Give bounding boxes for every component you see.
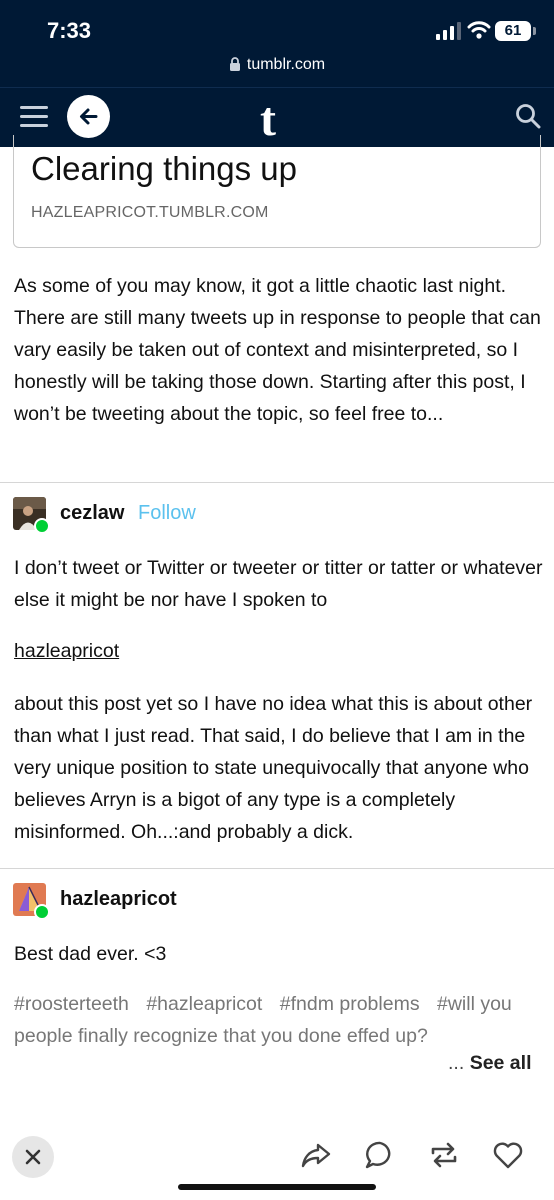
- link-card-domain: HAZLEAPRICOT.TUMBLR.COM: [31, 204, 269, 221]
- reblog-text: about this post yet so I have no idea wh…: [14, 693, 533, 843]
- link-card-title[interactable]: Clearing things up: [31, 150, 297, 188]
- tag[interactable]: #hazleapricot: [146, 993, 262, 1015]
- battery-nub: [533, 27, 536, 35]
- lock-icon: [229, 57, 240, 71]
- tags-list: #roosterteeth #hazleapricot #fndm proble…: [14, 988, 544, 1052]
- reblog-text: I don’t tweet or Twitter or tweeter or t…: [14, 557, 543, 611]
- reblog-badge-icon: [34, 904, 50, 920]
- url-text: tumblr.com: [246, 56, 326, 73]
- signal-icon: [436, 22, 461, 40]
- tag[interactable]: #roosterteeth: [14, 993, 129, 1015]
- reblog-header-hazleapricot: hazleapricot: [13, 883, 543, 920]
- status-time: 7:33: [47, 18, 92, 43]
- username[interactable]: hazleapricot: [60, 888, 177, 911]
- post-body-text: As some of you may know, it got a little…: [14, 275, 541, 425]
- see-all-tags[interactable]: ... See all: [448, 1052, 531, 1075]
- back-arrow-icon: [80, 108, 98, 125]
- see-all-ellipsis: ...: [448, 1052, 465, 1074]
- username[interactable]: cezlaw: [60, 502, 124, 525]
- url-divider: [0, 87, 554, 88]
- share-icon[interactable]: [300, 1139, 332, 1171]
- heart-icon[interactable]: [492, 1139, 524, 1171]
- home-indicator: [178, 1184, 376, 1190]
- close-icon: [25, 1149, 41, 1165]
- see-all-label: See all: [469, 1052, 532, 1074]
- reblog-badge-icon: [34, 518, 50, 534]
- divider: [0, 868, 554, 869]
- reblog-icon[interactable]: [428, 1139, 460, 1171]
- wifi-icon: [467, 21, 491, 39]
- close-button[interactable]: [12, 1136, 54, 1178]
- back-button[interactable]: [67, 95, 110, 138]
- mention-link[interactable]: hazleapricot: [14, 640, 119, 663]
- search-icon[interactable]: [515, 103, 541, 129]
- reblog-text: Best dad ever. <3: [14, 943, 167, 965]
- divider: [0, 482, 554, 483]
- url-bar[interactable]: tumblr.com: [0, 56, 554, 74]
- reply-icon[interactable]: [364, 1139, 396, 1171]
- hamburger-icon[interactable]: [20, 106, 48, 128]
- follow-button[interactable]: Follow: [138, 502, 196, 525]
- tag[interactable]: #fndm problems: [280, 993, 420, 1015]
- battery-indicator: 61: [495, 21, 531, 41]
- reblog-header-cezlaw: cezlaw Follow: [13, 497, 543, 534]
